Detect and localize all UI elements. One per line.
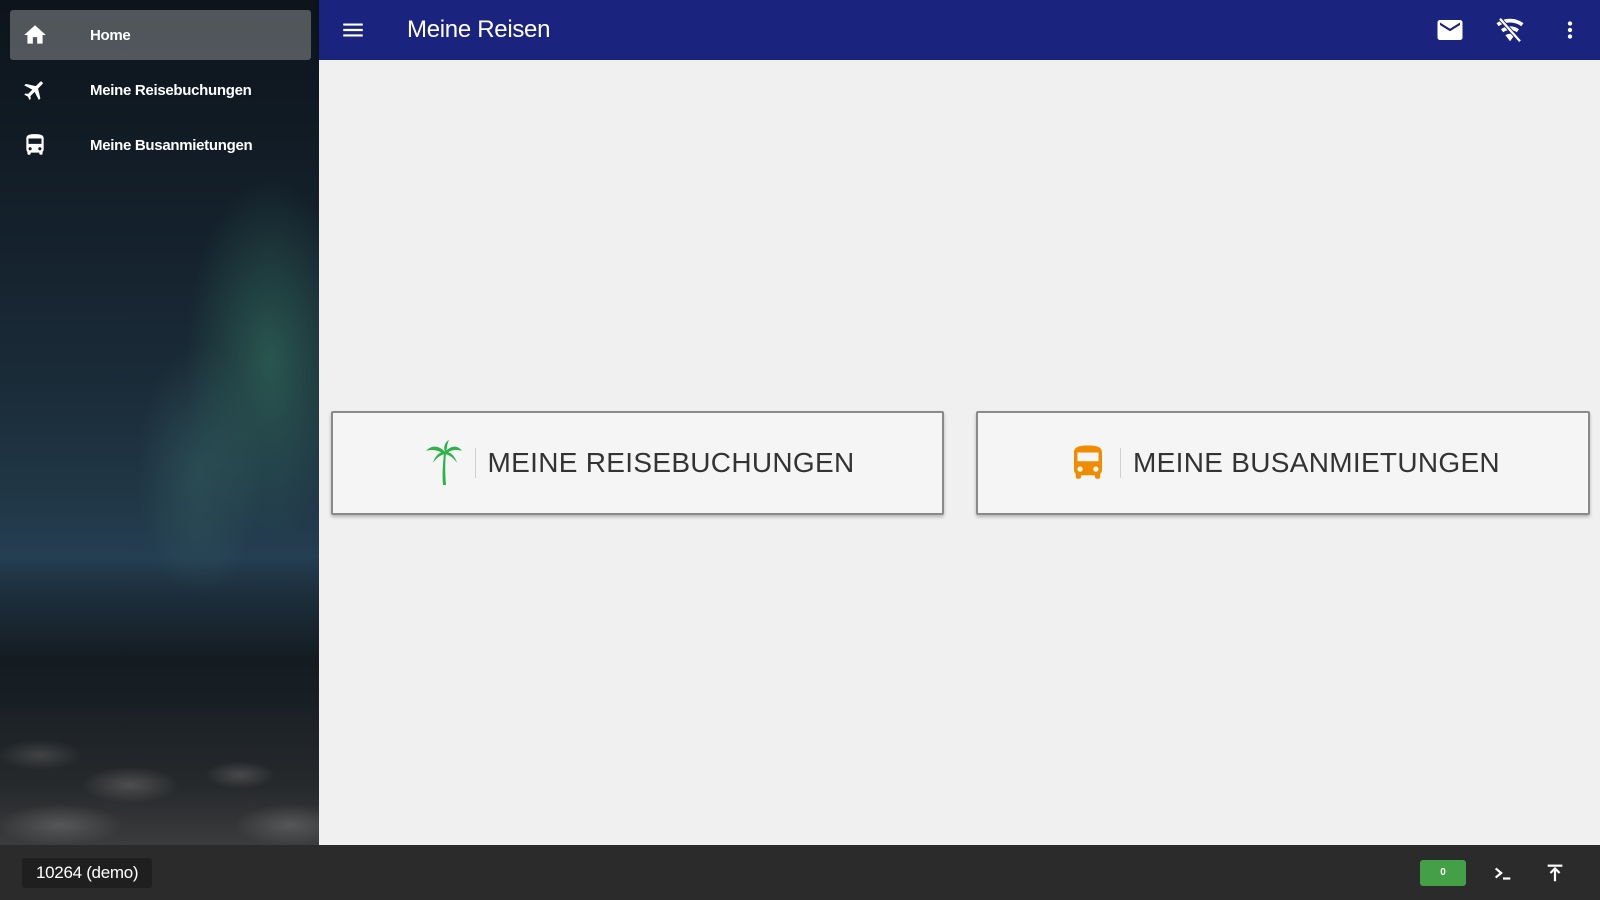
reisebuchungen-tile[interactable]: MEINE REISEBUCHUNGEN (331, 411, 944, 515)
menu-button[interactable] (335, 12, 371, 48)
status-bar: 10264 (demo) 0 (0, 845, 1600, 900)
navigation-drawer: Home Meine Reisebuchungen Meine Busanmie… (0, 0, 319, 845)
main-content: MEINE REISEBUCHUNGEN MEINE BUSANMIETUNGE… (319, 60, 1600, 845)
tile-label: MEINE BUSANMIETUNGEN (1133, 447, 1500, 478)
console-button[interactable] (1488, 858, 1518, 888)
app-bar: Meine Reisen (319, 0, 1600, 60)
messages-button[interactable] (1428, 8, 1472, 52)
busanmietungen-tile[interactable]: MEINE BUSANMIETUNGEN (976, 411, 1590, 515)
terminal-icon (1494, 867, 1511, 880)
app-bar-actions (1412, 8, 1592, 52)
mail-icon (1437, 20, 1463, 40)
sidebar-item-label: Meine Busanmietungen (90, 136, 253, 154)
connection-status-button[interactable] (1488, 8, 1532, 52)
more-vert-icon (1567, 21, 1573, 39)
user-account-label: 10264 (demo) (22, 857, 153, 888)
home-icon (10, 10, 60, 60)
palm-tree-icon (421, 437, 465, 489)
tile-divider (474, 448, 476, 478)
sidebar-item-label: Home (90, 26, 131, 44)
scroll-top-icon (1547, 864, 1563, 881)
sidebar-item-home[interactable]: Home (10, 10, 311, 60)
sidebar-item-busanmietungen[interactable]: Meine Busanmietungen (10, 120, 311, 170)
sidebar-item-reisebuchungen[interactable]: Meine Reisebuchungen (10, 65, 311, 115)
sidebar-item-label: Meine Reisebuchungen (90, 81, 252, 99)
no-signal-icon (1496, 17, 1524, 43)
drawer-nav: Home Meine Reisebuchungen Meine Busanmie… (10, 10, 311, 175)
scroll-top-button[interactable] (1540, 858, 1570, 888)
tile-divider (1120, 448, 1122, 478)
airplane-icon (10, 65, 60, 115)
bus-icon (10, 120, 60, 170)
tile-label: MEINE REISEBUCHUNGEN (487, 447, 855, 478)
page-title: Meine Reisen (407, 16, 551, 43)
notification-badge[interactable]: 0 (1420, 859, 1466, 886)
drawer-background-rocks (0, 695, 319, 845)
hamburger-menu-icon (343, 23, 363, 37)
bus-icon (1066, 437, 1110, 489)
overflow-menu-button[interactable] (1548, 8, 1592, 52)
status-bar-actions: 0 (1420, 858, 1570, 888)
